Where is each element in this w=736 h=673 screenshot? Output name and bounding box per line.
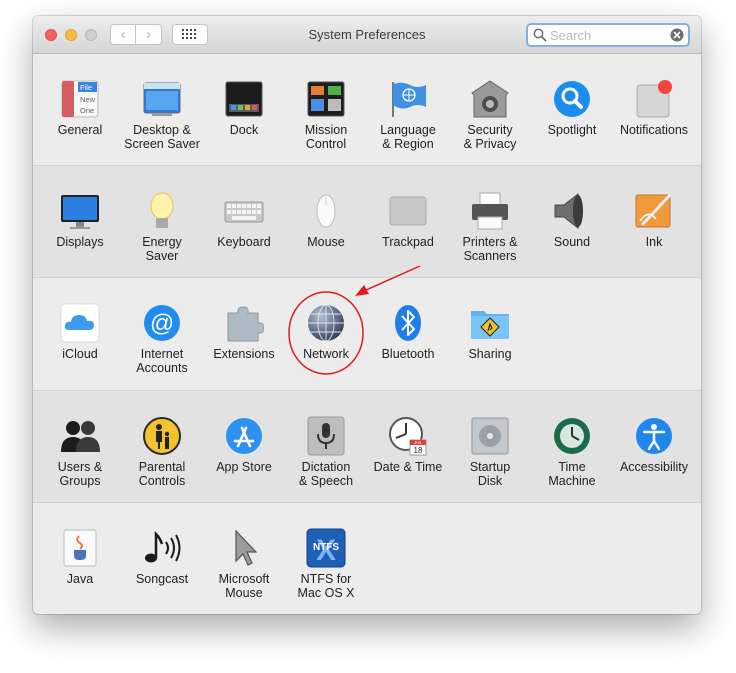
pane-label: Spotlight (547, 123, 597, 137)
pane-label: Date & Time (373, 460, 443, 474)
language-region-icon (392, 82, 426, 117)
extensions-icon (227, 306, 264, 342)
pane-label: Sharing (468, 347, 512, 361)
printers-scanners-icon (472, 192, 508, 230)
system-preferences-window: ‹ › System Preferences Search File New O… (33, 16, 701, 614)
pane-label: Notifications (619, 123, 689, 137)
minimize-window-button[interactable] (65, 29, 77, 41)
pane-label: Java (66, 572, 94, 586)
pane-label: Displays (56, 235, 104, 249)
pane-label: Sound (553, 235, 591, 249)
pane-label: NTFS for Mac OS X (297, 572, 355, 600)
ntfs-icon: X NTFS (306, 528, 346, 568)
bluetooth-icon (395, 305, 421, 341)
svg-text:NTFS: NTFS (313, 542, 339, 553)
pane-label: Startup Disk (469, 460, 511, 488)
sharing-icon (471, 311, 509, 339)
search-icon (533, 28, 547, 42)
pane-label: Mouse (307, 235, 345, 249)
pane-label: Users & Groups (57, 460, 103, 488)
date-time-icon: JUL 18 (389, 417, 427, 456)
search-field[interactable] (526, 23, 690, 47)
svg-text:@: @ (150, 310, 174, 337)
keyboard-icon (224, 201, 264, 223)
search-input[interactable] (550, 27, 668, 43)
notifications-icon (636, 80, 672, 118)
trackpad-icon (389, 196, 427, 226)
pane-label: Trackpad (382, 235, 434, 249)
pane-label: Time Machine (548, 460, 596, 488)
pane-label: App Store (216, 460, 272, 474)
close-window-button[interactable] (45, 29, 57, 41)
hardware-section: Displays Energy Saver Keyboard Mouse Tra… (33, 165, 701, 278)
pane-label: Parental Controls (138, 460, 186, 488)
pane-label: Extensions (213, 347, 275, 361)
energy-saver-icon (150, 192, 174, 228)
pane-label: Ink (645, 235, 663, 249)
svg-text:One: One (80, 106, 94, 115)
pane-label: Printers & Scanners (462, 235, 518, 263)
pane-label: General (57, 123, 103, 137)
pane-label: Security & Privacy (463, 123, 517, 151)
pane-label: Mission Control (304, 123, 348, 151)
network-icon (308, 304, 344, 342)
microsoft-mouse-icon (235, 529, 258, 566)
system-section: Users & Groups Parental Controls App Sto… (33, 390, 701, 503)
svg-text:JUL: JUL (414, 440, 422, 445)
parental-controls-icon (143, 417, 181, 455)
title-bar: ‹ › System Preferences (33, 16, 701, 54)
back-button[interactable]: ‹ (110, 24, 136, 45)
pane-label: Dock (229, 123, 259, 137)
pane-label: Language & Region (380, 123, 436, 151)
pane-label: Internet Accounts (136, 347, 188, 375)
java-icon (63, 529, 97, 567)
pane-label: Desktop & Screen Saver (124, 123, 200, 151)
dictation-speech-icon (307, 416, 345, 456)
svg-text:New: New (80, 95, 96, 104)
svg-text:File: File (80, 83, 92, 92)
mission-control-icon (307, 81, 345, 117)
svg-text:18: 18 (414, 446, 423, 455)
pane-label: Network (303, 347, 349, 361)
users-groups-icon (61, 421, 100, 452)
accessibility-icon (636, 418, 672, 454)
startup-disk-icon (471, 417, 509, 455)
forward-button[interactable]: › (136, 24, 162, 45)
icloud-icon (60, 303, 100, 343)
internet-accounts-icon: @ (144, 305, 180, 341)
pane-label: iCloud (62, 347, 98, 361)
chevron-left-icon: ‹ (120, 26, 126, 43)
chevron-right-icon: › (146, 26, 151, 43)
pane-label: Microsoft Mouse (218, 572, 270, 600)
other-section: Java Songcast Microsoft Mouse X NTFS NTF… (33, 502, 701, 614)
pane-label: Keyboard (217, 235, 271, 249)
mouse-icon (316, 194, 336, 228)
time-machine-icon (554, 418, 590, 454)
dock-icon (225, 81, 263, 117)
zoom-window-button[interactable] (85, 29, 97, 41)
desktop-screen-saver-icon (143, 82, 181, 116)
songcast-icon (145, 530, 181, 563)
pane-label: Songcast (135, 572, 189, 586)
displays-icon (61, 195, 99, 229)
personal-section: File New One General Desktop & Screen Sa… (33, 54, 701, 165)
sound-icon (554, 192, 583, 230)
internet-wireless-section: iCloud @ Internet Accounts Extensions Ne… (33, 277, 701, 391)
ink-icon (635, 193, 672, 228)
pane-label: Energy Saver (142, 235, 182, 263)
security-privacy-icon (471, 80, 509, 118)
pane-label: Accessibility (619, 460, 689, 474)
show-all-button[interactable] (172, 24, 208, 45)
app-store-icon (226, 418, 262, 454)
pane-label: Bluetooth (381, 347, 435, 361)
spotlight-icon (554, 81, 590, 117)
grid-icon (182, 29, 196, 39)
general-icon: File New One (61, 80, 99, 118)
clear-search-icon[interactable] (670, 28, 684, 42)
pane-label: Dictation & Speech (298, 460, 354, 488)
